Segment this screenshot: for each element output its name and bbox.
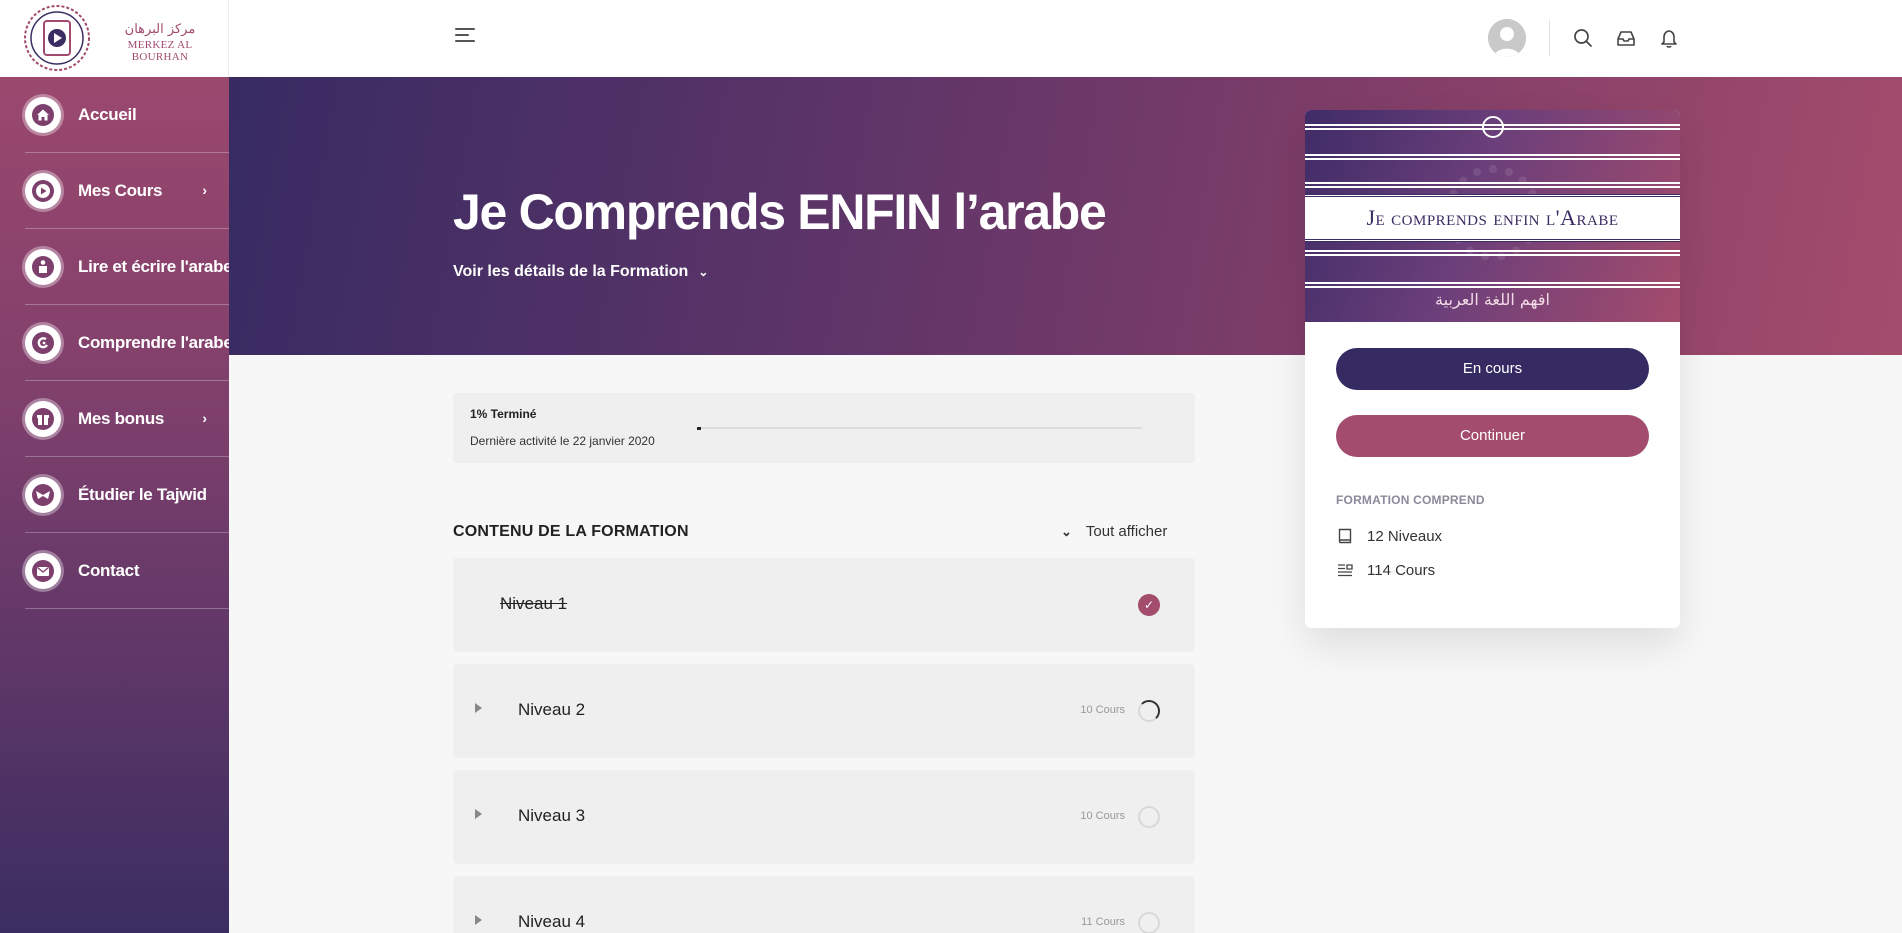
includes-title: FORMATION COMPREND (1336, 493, 1485, 507)
chevron-down-icon: ⌄ (698, 265, 709, 279)
continue-button[interactable]: Continuer (1336, 415, 1649, 457)
details-link-label: Voir les détails de la Formation (453, 263, 689, 280)
section-title: CONTENU DE LA FORMATION (453, 523, 689, 540)
status-circle-icon (1138, 806, 1160, 828)
show-all-label: Tout afficher (1085, 523, 1168, 540)
list-icon (1338, 564, 1353, 577)
level-name: Niveau 1 (500, 594, 568, 613)
search-icon[interactable] (1572, 27, 1594, 49)
expand-arrow-icon[interactable] (475, 703, 482, 713)
in-progress-button[interactable]: En cours (1336, 348, 1649, 390)
sidebar-item-tajwid[interactable]: Étudier le Tajwid (25, 457, 229, 533)
page-title: Je Comprends ENFIN l’arabe (453, 184, 1107, 240)
expand-arrow-icon[interactable] (475, 915, 482, 925)
progress-ring-icon (1138, 700, 1160, 722)
cover-arabic-title: افهم اللغة العربية (1435, 290, 1550, 309)
sidebar-item-label: Lire et écrire l'arabe (78, 256, 233, 276)
progress-percent: 1% Terminé (470, 407, 537, 421)
sidebar-item-label: Mes bonus (78, 408, 165, 428)
sidebar-item-label: Contact (78, 560, 140, 580)
includes-courses-text: 114 Cours (1367, 561, 1436, 579)
envelope-icon (25, 552, 61, 589)
home-icon (25, 96, 61, 133)
progress-panel: 1% Terminé Dernière activité le 22 janvi… (453, 393, 1195, 463)
logo-latin-text: MERKEZ AL BOURHAN (127, 39, 193, 63)
expand-arrow-icon[interactable] (475, 809, 482, 819)
sidebar-nav: Accueil Mes Cours › Lire et écrire l'ara… (25, 77, 233, 609)
arabic-letter-icon (25, 324, 61, 361)
gift-icon (25, 400, 61, 437)
logo[interactable]: مركز البرهان MERKEZ AL BOURHAN (0, 0, 229, 77)
progress-bar (697, 426, 1142, 430)
sidebar-item-mes-bonus[interactable]: Mes bonus › (25, 381, 229, 457)
sidebar-item-lire-ecrire[interactable]: Lire et écrire l'arabe (25, 229, 233, 305)
sidebar-item-label: Comprendre l'arabe (78, 332, 233, 352)
level-row-4[interactable]: Niveau 4 11 Cours (453, 876, 1195, 933)
sidebar-item-label: Mes Cours (78, 180, 163, 200)
level-row-1[interactable]: Niveau 1 ✓ (453, 558, 1195, 652)
level-course-count: 11 Cours (1081, 916, 1125, 928)
top-header (229, 0, 1902, 77)
sidebar-item-label: Étudier le Tajwid (78, 484, 207, 504)
sidebar: مركز البرهان MERKEZ AL BOURHAN Accueil M… (0, 0, 233, 933)
level-row-2[interactable]: Niveau 2 10 Cours (453, 664, 1195, 758)
play-icon (25, 172, 61, 209)
avatar[interactable] (1488, 19, 1526, 57)
seal-icon (1482, 116, 1504, 138)
sidebar-item-label: Accueil (78, 104, 137, 124)
level-row-3[interactable]: Niveau 3 10 Cours (453, 770, 1195, 864)
logo-emblem-icon (24, 5, 90, 71)
book-icon (1338, 528, 1352, 544)
hamburger-icon[interactable] (455, 28, 477, 46)
includes-levels-text: 12 Niveaux (1367, 527, 1443, 545)
course-card: Je comprends enfin l'Arabe افهم اللغة ال… (1305, 110, 1680, 628)
reading-person-icon (25, 248, 61, 285)
last-activity: Dernière activité le 22 janvier 2020 (470, 434, 655, 448)
level-course-count: 10 Cours (1080, 810, 1125, 822)
level-name: Niveau 3 (518, 806, 586, 825)
chevron-right-icon[interactable]: › (202, 410, 207, 426)
show-all-button[interactable]: ⌄ Tout afficher (1061, 523, 1167, 540)
sidebar-item-mes-cours[interactable]: Mes Cours › (25, 153, 229, 229)
sidebar-item-comprendre[interactable]: Comprendre l'arabe (25, 305, 233, 381)
sidebar-item-contact[interactable]: Contact (25, 533, 229, 609)
progress-bar-fill (697, 426, 702, 430)
includes-courses: 114 Cours (1336, 561, 1435, 579)
completed-check-icon: ✓ (1138, 594, 1160, 616)
level-course-count: 10 Cours (1080, 704, 1125, 716)
sidebar-item-accueil[interactable]: Accueil (25, 77, 229, 153)
level-name: Niveau 2 (518, 700, 586, 719)
logo-arabic-text: مركز البرهان (124, 22, 196, 37)
tajwid-icon (25, 476, 61, 513)
chevron-down-icon: ⌄ (1061, 524, 1072, 539)
cover-title: Je comprends enfin l'Arabe (1366, 205, 1619, 230)
level-name: Niveau 4 (518, 912, 586, 931)
course-cover-image: Je comprends enfin l'Arabe افهم اللغة ال… (1305, 110, 1680, 322)
includes-levels: 12 Niveaux (1336, 527, 1442, 545)
status-circle-icon (1138, 912, 1160, 933)
bell-icon[interactable] (1658, 27, 1680, 49)
chevron-right-icon[interactable]: › (202, 182, 207, 198)
inbox-icon[interactable] (1615, 27, 1637, 49)
header-divider (1549, 20, 1550, 56)
details-toggle-link[interactable]: Voir les détails de la Formation ⌄ (453, 263, 708, 281)
